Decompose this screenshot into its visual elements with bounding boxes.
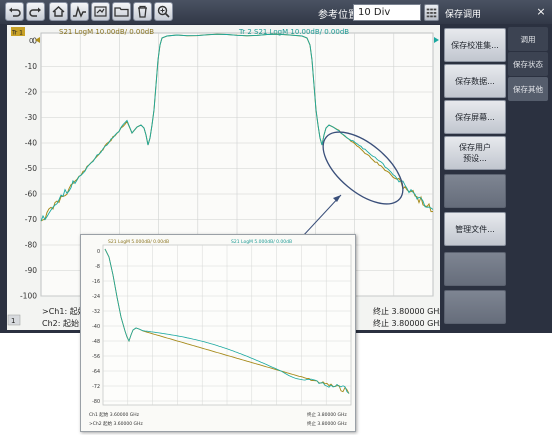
tab-recall-label: 调用 xyxy=(520,34,536,44)
save-cal-set-button[interactable]: 保存校准集... xyxy=(444,28,506,62)
save-cal-set-label: 保存校准集... xyxy=(451,40,499,50)
trash-button[interactable] xyxy=(133,2,152,21)
empty-menu-button-1[interactable] xyxy=(444,174,506,208)
trace1-label: S21 LogM 10.00dB/ 0.00dB xyxy=(59,28,154,36)
manage-files-label: 管理文件... xyxy=(455,224,495,234)
trace2-label: Tr 2 S21 LogM 10.00dB/ 0.00dB xyxy=(238,28,349,36)
tab-recall[interactable]: 调用 xyxy=(508,27,548,51)
channel-number: 1 xyxy=(11,317,15,325)
inset-y-tick-label: -40 xyxy=(92,324,100,330)
empty-menu-button-2[interactable] xyxy=(444,252,506,286)
marker-button[interactable] xyxy=(70,2,89,21)
y-tick-label: -30 xyxy=(25,113,37,122)
home-button[interactable] xyxy=(49,2,68,21)
inset-y-tick-label: -64 xyxy=(92,369,100,375)
manage-files-button[interactable]: 管理文件... xyxy=(444,212,506,246)
toolbar: 参考位置 10 Div xyxy=(0,0,440,24)
keypad-icon xyxy=(426,8,437,18)
inset-ch1-stop: 终止 3.80000 GHz xyxy=(307,411,347,418)
undo-icon xyxy=(9,7,21,17)
ch2-stop-label: 终止 3.80000 GHz xyxy=(373,318,440,328)
close-button[interactable]: × xyxy=(535,6,547,18)
y-tick-label: -40 xyxy=(25,139,37,148)
y-tick-label: -50 xyxy=(25,164,37,173)
tab-save-other-label: 保存其他 xyxy=(513,84,543,94)
y-axis-ticks: 0 -10 -20 -30 -40 -50 -60 -70 -80 -90 -100 xyxy=(20,37,37,301)
trash-icon xyxy=(138,5,147,18)
inset-trace1-label: S21 LogM 5.000dB/ 0.00dB xyxy=(108,239,169,245)
inset-y-axis-ticks: 0 -8 -16 -24 -32 -40 -48 -56 -64 -72 -80 xyxy=(92,249,100,405)
inset-y-tick-label: 0 xyxy=(97,249,100,255)
redo-button[interactable] xyxy=(26,2,45,21)
y-tick-label: -60 xyxy=(25,190,37,199)
folder-icon xyxy=(114,7,129,17)
zoom-button[interactable] xyxy=(154,2,173,21)
inset-y-tick-label: -80 xyxy=(92,399,100,405)
home-icon xyxy=(52,6,65,17)
undo-button[interactable] xyxy=(5,2,24,21)
inset-y-tick-label: -8 xyxy=(95,264,100,270)
inset-ch2-stop: 终止 3.80000 GHz xyxy=(307,420,347,427)
trace1-tag: Tr 1 xyxy=(11,30,23,37)
inset-y-tick-label: -16 xyxy=(92,279,100,285)
y-tick-label: -100 xyxy=(20,292,37,301)
save-user-preset-button[interactable]: 保存用户 预设... xyxy=(444,136,506,170)
inset-y-tick-label: -72 xyxy=(92,384,100,390)
y-tick-label: -90 xyxy=(25,266,37,275)
panel-title: 保存调用 xyxy=(445,10,482,20)
ref-position-input[interactable]: 10 Div xyxy=(353,4,421,21)
ref-level-left: 0 xyxy=(29,37,33,45)
ch1-stop-label: 终止 3.80000 GHz xyxy=(373,306,440,316)
inset-ch1-start: Ch1 起始 3.60000 GHz xyxy=(89,411,140,418)
folder-button[interactable] xyxy=(112,2,131,21)
inset-ch2-start: >Ch2 起始 3.60000 GHz xyxy=(89,420,143,427)
y-tick-label: -10 xyxy=(25,62,37,71)
save-screen-label: 保存屏幕... xyxy=(455,112,495,122)
y-tick-label: -70 xyxy=(25,215,37,224)
save-data-button[interactable]: 保存数据... xyxy=(444,64,506,98)
keypad-button[interactable] xyxy=(424,4,439,21)
y-tick-label: -20 xyxy=(25,88,37,97)
inset-y-tick-label: -48 xyxy=(92,339,100,345)
empty-menu-button-3[interactable] xyxy=(444,290,506,324)
measure-icon xyxy=(94,6,107,17)
tab-save-other[interactable]: 保存其他 xyxy=(508,77,548,101)
zoom-icon xyxy=(157,5,170,18)
tab-save-state-label: 保存状态 xyxy=(513,59,543,69)
y-tick-label: -80 xyxy=(25,241,37,250)
measure-button[interactable] xyxy=(91,2,110,21)
inset-y-tick-label: -56 xyxy=(92,354,100,360)
inset-y-tick-label: -32 xyxy=(92,309,100,315)
ch2-start-label: Ch2: 起始 xyxy=(42,318,79,328)
redo-icon xyxy=(29,7,41,17)
tab-save-state[interactable]: 保存状态 xyxy=(508,52,548,76)
save-data-label: 保存数据... xyxy=(455,76,495,86)
save-screen-button[interactable]: 保存屏幕... xyxy=(444,100,506,134)
ref-position-label: 参考位置 xyxy=(318,10,358,21)
pulse-icon xyxy=(73,5,86,18)
zoom-inset-chart: 0 -8 -16 -24 -32 -40 -48 -56 -64 -72 -80 S21 LogM … xyxy=(80,234,356,432)
ref-arrow-right-icon[interactable] xyxy=(434,37,439,43)
inset-trace2-label: S21 LogM 5.000dB/ 0.00dB xyxy=(231,239,292,245)
inset-y-tick-label: -24 xyxy=(92,294,100,300)
save-user-preset-label: 保存用户 预设... xyxy=(459,143,491,163)
